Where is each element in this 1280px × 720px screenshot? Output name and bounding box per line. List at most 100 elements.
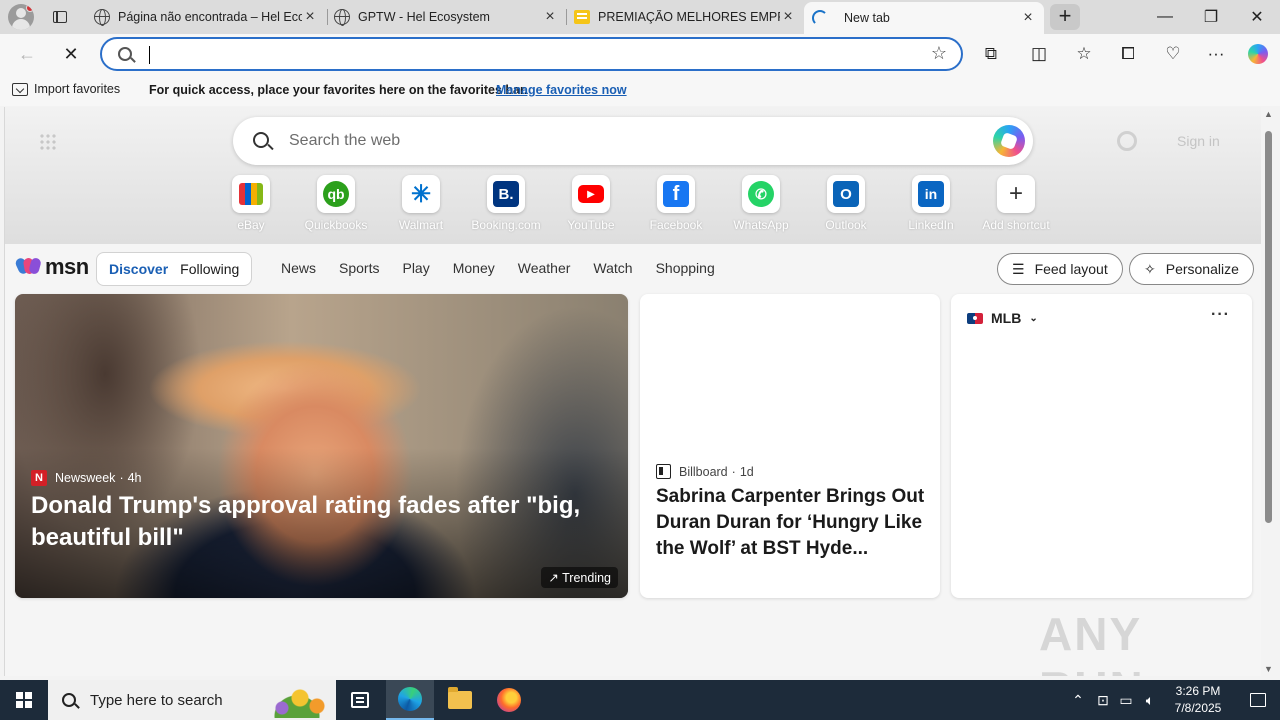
manage-favorites-link[interactable]: Manage favorites now <box>496 83 627 97</box>
taskbar-file-explorer[interactable] <box>436 680 484 720</box>
shortcut-add[interactable]: + Add shortcut <box>974 175 1058 232</box>
tab-close-icon[interactable]: × <box>302 9 318 25</box>
shortcut-outlook[interactable]: O Outlook <box>804 175 888 232</box>
import-favorites-label: Import favorites <box>34 82 121 96</box>
favorites-icon[interactable]: ☆ <box>1068 40 1100 68</box>
shortcut-ebay[interactable]: eBay <box>209 175 293 232</box>
article-age: 1d <box>739 464 754 479</box>
address-bar[interactable]: ☆ <box>100 37 963 71</box>
close-window-button[interactable]: ✕ <box>1234 0 1280 34</box>
tab-title: New tab <box>844 11 890 25</box>
shortcut-whatsapp[interactable]: ✆ WhatsApp <box>719 175 803 232</box>
shortcut-facebook[interactable]: f Facebook <box>634 175 718 232</box>
nav-sports[interactable]: Sports <box>339 260 379 276</box>
feed-layout-button[interactable]: ☰ Feed layout <box>997 253 1123 285</box>
shortcut-linkedin[interactable]: in LinkedIn <box>889 175 973 232</box>
task-view-button[interactable] <box>336 680 384 720</box>
tab-following[interactable]: Following <box>174 261 245 277</box>
minimize-button[interactable]: — <box>1142 0 1188 34</box>
import-favorites-button[interactable]: Import favorites <box>12 82 120 96</box>
nav-shopping[interactable]: Shopping <box>656 260 715 276</box>
nav-play[interactable]: Play <box>402 260 429 276</box>
tab-gptw[interactable]: GPTW - Hel Ecosystem × <box>326 2 566 32</box>
mlb-dropdown[interactable]: MLB ⌄ <box>967 310 1038 326</box>
msn-feed-header: msn Discover Following News Sports Play … <box>5 244 1261 294</box>
search-icon <box>62 693 76 707</box>
shortcut-youtube[interactable]: ▶ YouTube <box>549 175 633 232</box>
nav-money[interactable]: Money <box>453 260 495 276</box>
collections-icon[interactable]: ⧠ <box>1112 40 1144 68</box>
windows-taskbar: Type here to search ⌃ ⊡ ▭ 🔈︎ 3:26 PM 7/8… <box>0 680 1280 720</box>
stop-loading-icon[interactable]: ✕ <box>56 40 86 68</box>
hero-headline[interactable]: Donald Trump's approval rating fades aft… <box>31 490 601 554</box>
taskbar-search-box[interactable]: Type here to search <box>48 680 336 720</box>
nav-news[interactable]: News <box>281 260 316 276</box>
copilot-icon[interactable] <box>993 125 1025 157</box>
msn-wordmark: msn <box>45 254 89 279</box>
settings-gear-icon[interactable] <box>1117 131 1137 151</box>
web-search-input[interactable] <box>289 130 939 152</box>
personalize-button[interactable]: ✧ Personalize <box>1129 253 1254 285</box>
system-clock[interactable]: 3:26 PM 7/8/2025 <box>1160 683 1236 717</box>
msn-category-nav: News Sports Play Money Weather Watch Sho… <box>281 260 738 276</box>
tab-actions-icon[interactable] <box>46 6 74 28</box>
watermark: ANY RUN <box>1039 608 1143 676</box>
shortcut-quickbooks[interactable]: qb Quickbooks <box>294 175 378 232</box>
youtube-icon: ▶ <box>578 185 604 203</box>
split-screen-icon[interactable]: ◫ <box>1023 40 1055 68</box>
profile-avatar-icon[interactable] <box>8 4 34 30</box>
hero-news-card[interactable]: N Newsweek · 4h Donald Trump's approval … <box>15 294 628 598</box>
source-name: Newsweek <box>55 471 116 485</box>
tab-close-icon[interactable]: × <box>780 9 796 25</box>
tab-discover[interactable]: Discover <box>103 261 174 277</box>
more-options-icon[interactable]: ··· <box>1211 306 1230 324</box>
copilot-icon[interactable] <box>1242 40 1274 68</box>
address-input[interactable] <box>146 44 906 66</box>
folder-icon <box>448 687 472 709</box>
browser-essentials-icon[interactable]: ♡ <box>1157 40 1189 68</box>
shortcut-label: Quickbooks <box>304 218 368 232</box>
back-arrow-icon[interactable]: ← <box>12 40 42 68</box>
search-highlight-image <box>262 684 332 718</box>
shortcut-booking[interactable]: B. Booking.com <box>464 175 548 232</box>
notifications-button[interactable] <box>1236 680 1280 720</box>
msn-logo[interactable]: msn <box>14 254 89 280</box>
network-icon[interactable]: ▭ <box>1114 680 1138 720</box>
web-search-box[interactable] <box>233 117 1033 165</box>
edge-icon <box>398 687 422 711</box>
taskbar-edge[interactable] <box>386 680 434 720</box>
page-scrollbar[interactable]: ▲ ▼ <box>1261 107 1276 676</box>
restore-button[interactable]: ❐ <box>1188 0 1234 34</box>
news-card[interactable]: Billboard · 1d Sabrina Carpenter Brings … <box>640 294 940 598</box>
nav-watch[interactable]: Watch <box>593 260 632 276</box>
favorite-star-icon[interactable]: ☆ <box>931 43 947 64</box>
tab-close-icon[interactable]: × <box>1020 10 1036 26</box>
volume-icon[interactable]: 🔈︎ <box>1138 680 1162 720</box>
scroll-up-arrow-icon[interactable]: ▲ <box>1264 109 1273 119</box>
mlb-card[interactable]: MLB ⌄ ··· <box>951 294 1252 598</box>
news-headline[interactable]: Sabrina Carpenter Brings Out Duran Duran… <box>656 484 931 562</box>
clock-date: 7/8/2025 <box>1174 701 1222 715</box>
ebay-icon <box>239 183 263 205</box>
sparkle-icon: ✧ <box>1144 260 1156 277</box>
tab-new-tab[interactable]: New tab × <box>804 2 1044 34</box>
sign-in-button[interactable]: Sign in <box>1177 133 1220 149</box>
nav-weather[interactable]: Weather <box>518 260 571 276</box>
tab-premiacao[interactable]: PREMIAÇÃO MELHORES EMPRESAS × <box>566 2 804 32</box>
device-icon[interactable]: ⊡ <box>1092 680 1114 720</box>
trending-badge: ↗ Trending <box>541 567 618 588</box>
taskbar-firefox[interactable] <box>485 680 533 720</box>
more-options-icon[interactable]: ··· <box>1200 40 1232 68</box>
tab-close-icon[interactable]: × <box>542 9 558 25</box>
shortcut-walmart[interactable]: ✳ Walmart <box>379 175 463 232</box>
tab-title: Página não encontrada – Hel Ecos <box>118 10 302 24</box>
tab-pagina-nao-encontrada[interactable]: Página não encontrada – Hel Ecos × <box>86 2 326 32</box>
scroll-down-arrow-icon[interactable]: ▼ <box>1264 664 1273 674</box>
scrollbar-thumb[interactable] <box>1265 131 1272 523</box>
apps-launcher-icon[interactable] <box>39 133 57 151</box>
tab-strip: Página não encontrada – Hel Ecos × GPTW … <box>0 0 1280 34</box>
extensions-icon[interactable]: ⧉ <box>975 40 1007 68</box>
start-button[interactable] <box>0 680 48 720</box>
new-tab-button[interactable]: + <box>1050 4 1080 30</box>
show-hidden-icons[interactable]: ⌃ <box>1066 680 1090 720</box>
